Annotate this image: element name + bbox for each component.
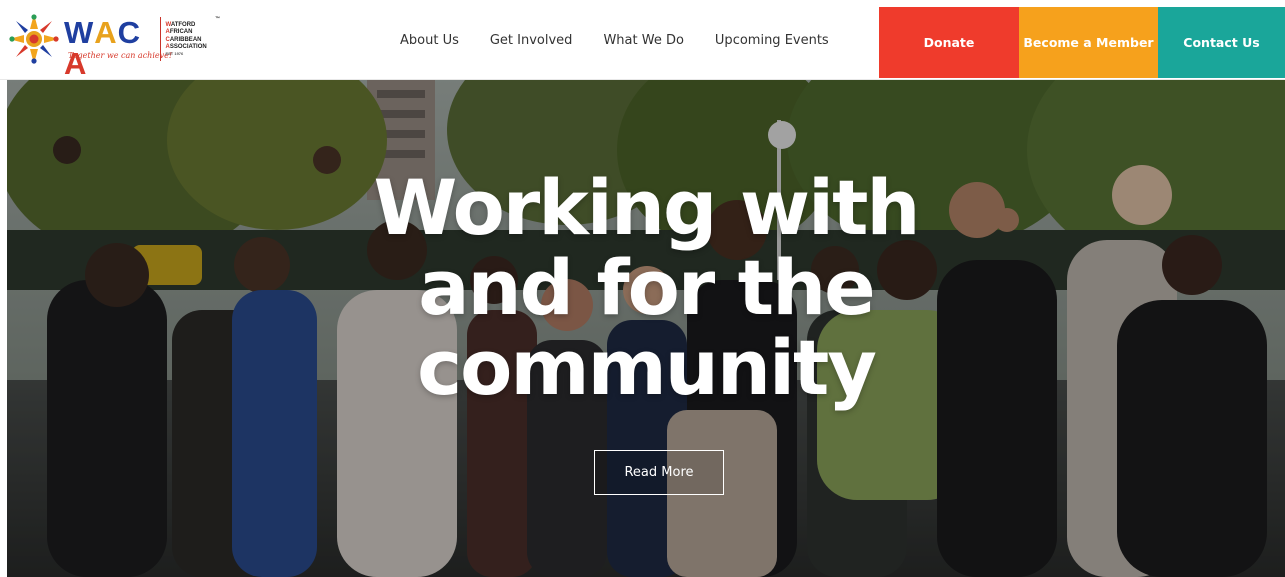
logo-wordmark-block: WACA Together we can achieve! [64,11,172,79]
sun-people-logo-icon [9,14,59,64]
contact-us-button[interactable]: Contact Us [1158,7,1285,78]
nav-get-involved[interactable]: Get Involved [490,33,573,48]
logo-est: EST 1976 [165,50,184,56]
hero-heading-line: community [417,323,877,412]
nav-what-we-do[interactable]: What We Do [603,33,683,48]
nav-about-us[interactable]: About Us [400,33,459,48]
trademark-mark: ™ [215,16,220,23]
logo-assoc-line: Association [165,43,207,50]
main-nav: About Us Get Involved What We Do Upcomin… [400,0,860,80]
hero-section: Working with and for the community Read … [7,80,1285,577]
logo-wordmark: WACA [64,15,142,81]
logo-assoc-line: Caribbean [165,36,202,43]
nav-upcoming-events[interactable]: Upcoming Events [715,33,829,48]
logo-assoc-line: Watford [165,22,196,29]
waca-logo[interactable]: WACA Together we can achieve! ™ Watford … [6,10,220,79]
hero-heading-line: and for the [418,243,875,332]
hero-heading-line: Working with [373,163,920,252]
logo-assoc-line: African [165,29,193,36]
logo-tagline: Together we can achieve! [68,51,173,60]
site-header: WACA Together we can achieve! ™ Watford … [0,0,1285,80]
donate-button[interactable]: Donate [879,7,1019,78]
logo-association-text: ™ Watford African Caribbean Association … [165,16,220,56]
read-more-button[interactable]: Read More [594,450,724,495]
become-member-button[interactable]: Become a Member [1019,7,1158,78]
hero-heading: Working with and for the community [7,168,1285,408]
